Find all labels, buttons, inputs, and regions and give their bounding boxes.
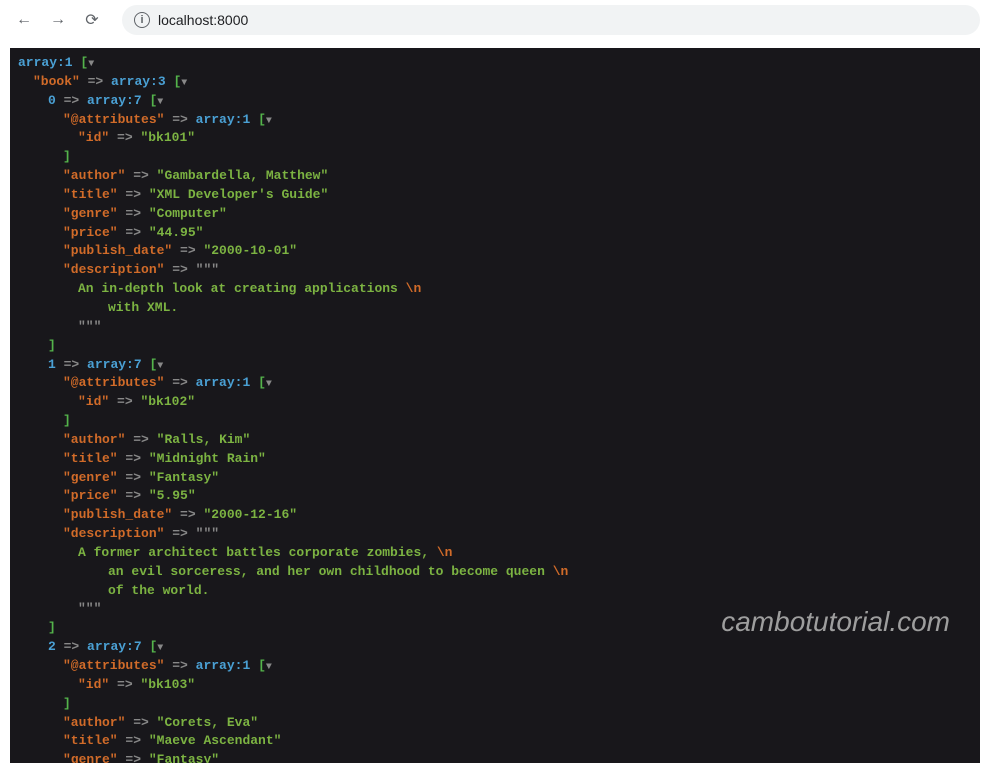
- url-text: localhost:8000: [158, 12, 248, 28]
- info-icon: i: [134, 12, 150, 28]
- chevron-down-icon[interactable]: ▼: [266, 116, 272, 127]
- arrow-left-icon: ←: [16, 11, 32, 29]
- chevron-down-icon[interactable]: ▼: [181, 78, 187, 89]
- chevron-down-icon[interactable]: ▼: [157, 643, 163, 654]
- chevron-down-icon[interactable]: ▼: [88, 59, 94, 70]
- chevron-down-icon[interactable]: ▼: [157, 361, 163, 372]
- chevron-down-icon[interactable]: ▼: [266, 662, 272, 673]
- forward-button[interactable]: →: [44, 6, 72, 34]
- chevron-down-icon[interactable]: ▼: [266, 379, 272, 390]
- dump-root-type[interactable]: array:1: [18, 55, 73, 70]
- reload-button[interactable]: ⟳: [78, 6, 106, 34]
- browser-toolbar: ← → ⟳ i localhost:8000: [0, 0, 990, 40]
- back-button[interactable]: ←: [10, 6, 38, 34]
- page-content: array:1 [▼ "book" => array:3 [▼ 0 => arr…: [10, 48, 980, 763]
- chevron-down-icon[interactable]: ▼: [157, 97, 163, 108]
- address-bar[interactable]: i localhost:8000: [122, 5, 980, 35]
- arrow-right-icon: →: [50, 11, 66, 29]
- reload-icon: ⟳: [85, 10, 98, 30]
